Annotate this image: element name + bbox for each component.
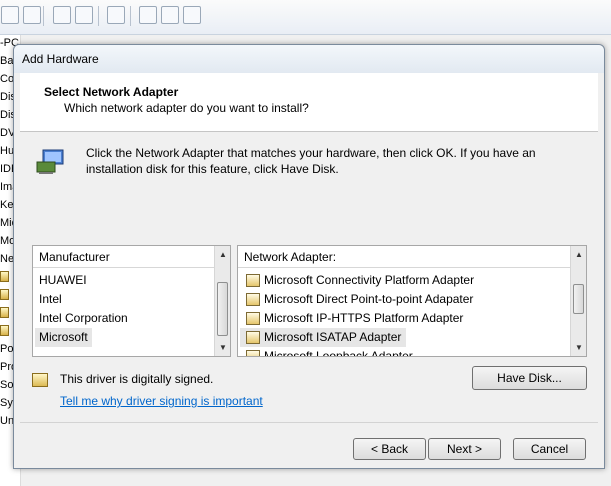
scroll-down-arrow-icon[interactable]: ▼ <box>215 339 230 356</box>
network-adapter-header: Network Adapter: <box>238 246 570 268</box>
scroll-thumb[interactable] <box>573 284 584 314</box>
back-arrow-icon[interactable] <box>1 6 19 24</box>
list-item[interactable]: Microsoft IP-HTTPS Platform Adapter <box>240 309 568 328</box>
scroll-thumb[interactable] <box>217 282 228 336</box>
warning-device-icon <box>0 271 9 282</box>
toolbar-separator <box>43 6 44 26</box>
driver-certificate-icon <box>246 350 260 356</box>
driver-certificate-icon <box>246 312 260 325</box>
wizard-header: Select Network Adapter Which network ada… <box>20 73 598 132</box>
driver-certificate-icon <box>246 331 260 344</box>
list-item[interactable]: HUAWEI <box>39 271 87 290</box>
scan-hardware-icon[interactable] <box>107 6 125 24</box>
instructions-text: Click the Network Adapter that matches y… <box>86 146 536 176</box>
list-item[interactable]: Microsoft Loopback Adapter <box>240 347 568 356</box>
enable-device-icon[interactable] <box>183 6 201 24</box>
cancel-button[interactable]: Cancel <box>513 438 586 460</box>
header-subtitle: Which network adapter do you want to ins… <box>64 101 309 115</box>
update-driver-icon[interactable] <box>139 6 157 24</box>
manufacturer-header: Manufacturer <box>33 246 214 268</box>
help-icon[interactable] <box>53 6 71 24</box>
toolbar-separator <box>130 6 131 26</box>
scroll-up-arrow-icon[interactable]: ▲ <box>215 246 230 263</box>
list-item[interactable]: Microsoft Direct Point-to-point Adapater <box>240 290 568 309</box>
signed-driver-icon <box>32 373 48 387</box>
button-divider <box>20 422 598 423</box>
network-adapter-scrollbar[interactable]: ▲ ▼ <box>570 246 586 356</box>
scroll-up-arrow-icon[interactable]: ▲ <box>571 246 586 263</box>
next-button[interactable]: Next > <box>428 438 501 460</box>
driver-certificate-icon <box>246 293 260 306</box>
list-item-selected[interactable]: Microsoft <box>35 328 92 347</box>
add-hardware-dialog: Add Hardware Select Network Adapter Whic… <box>13 44 605 469</box>
manufacturer-scrollbar[interactable]: ▲ ▼ <box>214 246 230 356</box>
network-adapter-icon <box>36 149 64 174</box>
dialog-titlebar[interactable]: Add Hardware <box>14 45 604 73</box>
driver-certificate-icon <box>246 274 260 287</box>
have-disk-button[interactable]: Have Disk... <box>472 366 587 390</box>
warning-device-icon <box>0 289 9 300</box>
view-icon[interactable] <box>75 6 93 24</box>
list-item-selected[interactable]: Microsoft ISATAP Adapter <box>240 328 406 347</box>
header-title: Select Network Adapter <box>44 85 179 99</box>
back-button[interactable]: < Back <box>353 438 426 460</box>
driver-signing-link[interactable]: Tell me why driver signing is important <box>60 394 263 408</box>
properties-icon[interactable] <box>23 6 41 24</box>
dialog-title: Add Hardware <box>22 52 99 66</box>
manufacturer-list[interactable]: Manufacturer HUAWEI Intel Intel Corporat… <box>32 245 231 357</box>
list-item[interactable]: Intel <box>39 290 62 309</box>
toolbar-separator <box>98 6 99 26</box>
list-item[interactable]: Microsoft Connectivity Platform Adapter <box>240 271 568 290</box>
warning-device-icon <box>0 325 9 336</box>
scroll-down-arrow-icon[interactable]: ▼ <box>571 339 586 356</box>
signed-driver-text: This driver is digitally signed. <box>60 372 214 386</box>
device-manager-toolbar <box>0 0 611 35</box>
uninstall-icon[interactable] <box>161 6 179 24</box>
list-item[interactable]: Intel Corporation <box>39 309 128 328</box>
warning-device-icon <box>0 307 9 318</box>
network-adapter-list[interactable]: Network Adapter: Microsoft Connectivity … <box>237 245 587 357</box>
